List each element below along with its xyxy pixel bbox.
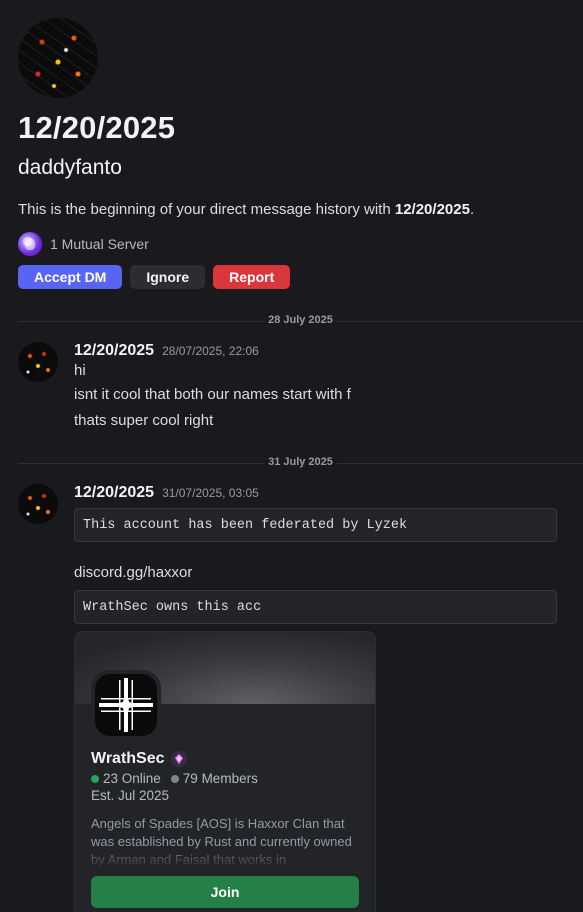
dm-channel: 12/20/2025 daddyfanto This is the beginn… [0, 0, 583, 912]
join-button[interactable]: Join [91, 876, 359, 908]
date-divider: 28 July 2025 [18, 314, 583, 326]
code-block: This account has been federated by Lyzek [74, 508, 557, 542]
message-text: isnt it cool that both our names start w… [74, 386, 351, 403]
server-icon-image [95, 674, 157, 736]
user-avatar[interactable] [18, 18, 98, 98]
invite-established: Est. Jul 2025 [91, 788, 170, 803]
report-button[interactable]: Report [213, 265, 291, 289]
mutual-server-icon [18, 232, 42, 256]
dm-title: 12/20/2025 [18, 110, 176, 145]
message-text: thats super cool right [74, 412, 214, 429]
server-invite-card: WrathSec 23 Online 79 Members Est. Jul 2… [74, 631, 376, 912]
dm-beginning-text: This is the beginning of your direct mes… [18, 201, 583, 218]
online-dot-icon [91, 774, 99, 783]
star-emblem-icon [99, 678, 153, 732]
invite-link[interactable]: discord.gg/haxxor [74, 560, 583, 586]
accept-dm-button[interactable]: Accept DM [18, 265, 123, 289]
mutual-servers-label: 1 Mutual Server [50, 236, 149, 252]
dm-intro: 12/20/2025 daddyfanto This is the beginn… [18, 18, 583, 289]
message-body: 12/20/2025 28/07/2025, 22:06 hi isnt it … [74, 342, 583, 434]
invite-description: Angels of Spades [AOS] is Haxxor Clan th… [91, 816, 352, 867]
date-divider: 31 July 2025 [18, 456, 583, 468]
invite-stats: 23 Online 79 Members [91, 771, 359, 786]
date-divider-label: 31 July 2025 [264, 456, 337, 468]
member-count: 79 Members [170, 771, 258, 786]
message-avatar[interactable] [18, 484, 58, 524]
message-group: 12/20/2025 28/07/2025, 22:06 hi isnt it … [18, 342, 583, 434]
beginning-name: 12/20/2025 [394, 201, 470, 218]
message-group: 12/20/2025 31/07/2025, 03:05 This accoun… [18, 484, 583, 624]
online-count: 23 Online [91, 771, 161, 786]
message-body: 12/20/2025 31/07/2025, 03:05 This accoun… [74, 484, 583, 624]
server-icon [91, 670, 161, 740]
message-author[interactable]: 12/20/2025 [74, 342, 154, 360]
message-text: hi [74, 362, 86, 379]
beginning-prefix: This is the beginning of your direct mes… [18, 201, 395, 218]
server-name[interactable]: WrathSec [91, 750, 165, 768]
members-dot-icon [170, 774, 179, 783]
dm-request-actions: Accept DM Ignore Report [18, 265, 583, 289]
code-block: WrathSec owns this acc [74, 590, 557, 624]
beginning-suffix: . [469, 201, 475, 218]
date-divider-label: 28 July 2025 [264, 314, 337, 326]
message-timestamp: 31/07/2025, 03:05 [162, 486, 259, 500]
message-avatar[interactable] [18, 342, 58, 382]
dm-username: daddyfanto [18, 156, 122, 179]
mutual-servers[interactable]: 1 Mutual Server [18, 232, 583, 256]
message-author[interactable]: 12/20/2025 [74, 484, 154, 502]
message-header: 12/20/2025 31/07/2025, 03:05 [74, 484, 583, 502]
message-timestamp: 28/07/2025, 22:06 [162, 344, 259, 358]
boost-icon [170, 751, 187, 767]
online-label: 23 Online [103, 771, 161, 786]
invite-server-name: WrathSec [91, 750, 359, 768]
ignore-button[interactable]: Ignore [130, 265, 206, 289]
message-header: 12/20/2025 28/07/2025, 22:06 [74, 342, 583, 360]
invite-content: WrathSec 23 Online 79 Members Est. Jul 2… [91, 750, 359, 869]
members-label: 79 Members [182, 771, 258, 786]
